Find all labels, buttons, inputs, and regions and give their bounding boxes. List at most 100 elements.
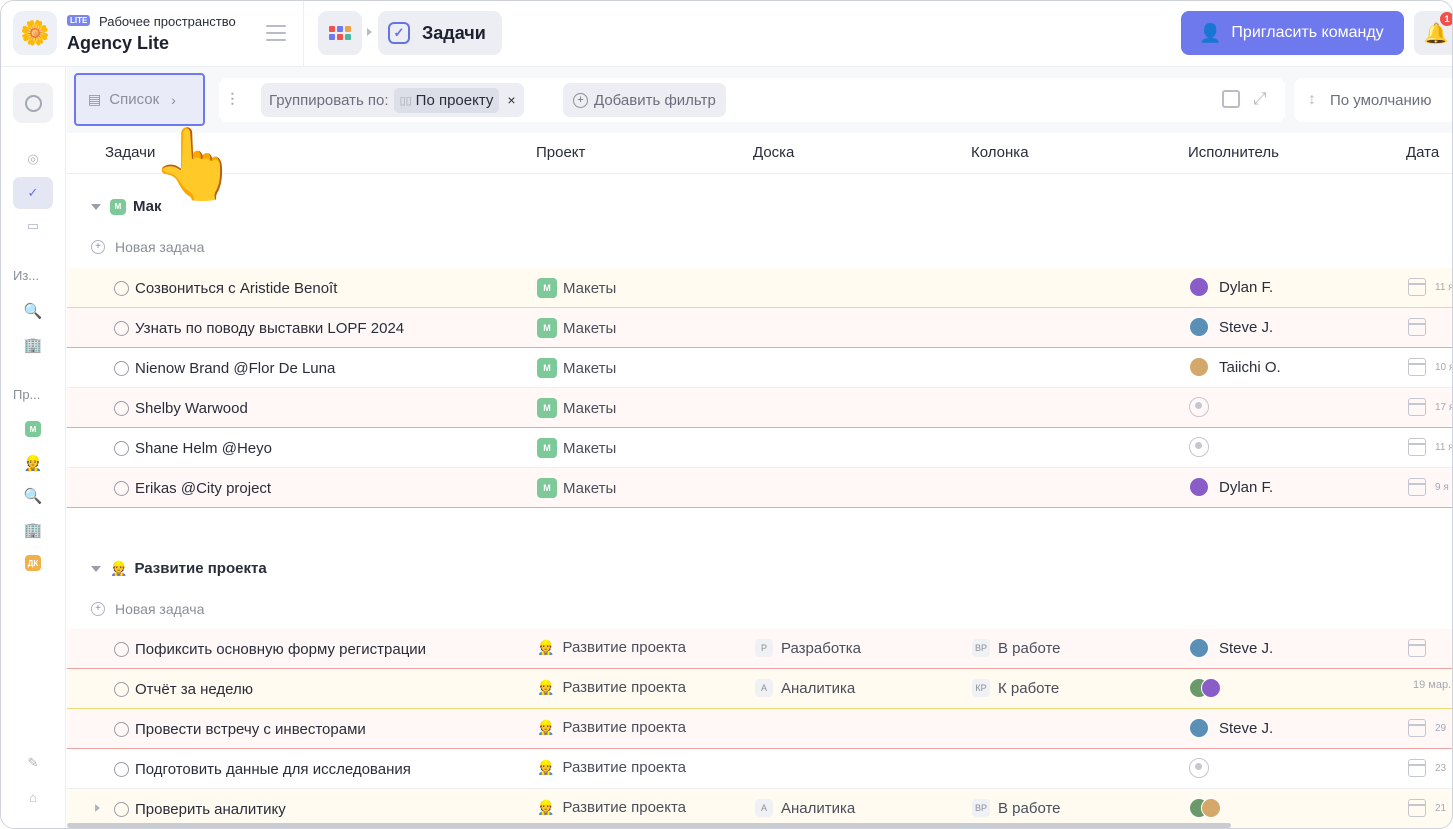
project-search-icon[interactable]: 🔍	[13, 480, 53, 512]
project-dev-icon[interactable]: 👷	[13, 447, 53, 479]
column-cell[interactable]: ВР В работе	[972, 639, 1061, 657]
date-cell[interactable]: 29	[1408, 719, 1446, 737]
task-checkbox[interactable]	[114, 401, 129, 416]
date-cell[interactable]: 10 я	[1408, 358, 1452, 376]
group-header-development[interactable]: 👷 Развитие проекта	[91, 560, 267, 577]
assignee-cell[interactable]: Steve J.	[1189, 638, 1273, 658]
edit-icon[interactable]: ✎	[13, 747, 53, 779]
table-row[interactable]: Erikas @City project М Макеты Dylan F. 9 …	[67, 468, 1452, 508]
assignee-cell[interactable]	[1189, 678, 1231, 698]
project-m-icon[interactable]: М	[13, 413, 53, 445]
task-name[interactable]: Проверить аналитику	[135, 801, 286, 818]
table-row[interactable]: Отчёт за неделю 👷 Развитие проекта А Анали…	[67, 669, 1452, 709]
task-checkbox[interactable]	[114, 321, 129, 336]
task-name[interactable]: Nienow Brand @Flor De Luna	[135, 360, 335, 377]
column-header-tasks[interactable]: Задачи	[105, 144, 155, 161]
board-cell[interactable]: А Аналитика	[755, 679, 855, 697]
column-header-column[interactable]: Колонка	[971, 144, 1029, 161]
favorite-search-icon[interactable]: 🔍	[13, 295, 53, 327]
date-cell[interactable]: 21	[1408, 799, 1446, 817]
sliders-icon[interactable]: ⫶	[230, 90, 235, 111]
board-cell[interactable]: А Аналитика	[755, 799, 855, 817]
apps-grid-icon[interactable]	[318, 11, 362, 55]
project-cell[interactable]: 👷 Развитие проекта	[537, 679, 686, 696]
table-row[interactable]: Подготовить данные для исследования 👷 Раз…	[67, 749, 1452, 789]
task-name[interactable]: Shane Helm @Heyo	[135, 440, 272, 457]
project-cell[interactable]: М Макеты	[537, 278, 616, 298]
task-checkbox[interactable]	[114, 762, 129, 777]
expand-icon[interactable]: ⤢	[1253, 89, 1267, 109]
assignee-cell[interactable]: Steve J.	[1189, 718, 1273, 738]
task-checkbox[interactable]	[114, 682, 129, 697]
column-header-board[interactable]: Доска	[753, 144, 794, 161]
workspace-logo[interactable]: 🌼	[13, 11, 57, 55]
workspace-name[interactable]: Agency Lite	[67, 33, 169, 54]
assignee-cell[interactable]: Dylan F.	[1189, 277, 1273, 297]
close-icon[interactable]: ×	[507, 92, 515, 108]
project-dk-icon[interactable]: ДК	[13, 547, 53, 579]
favorite-building-icon[interactable]: 🏢	[13, 329, 53, 361]
task-checkbox[interactable]	[114, 481, 129, 496]
date-cell[interactable]: 11 я	[1408, 438, 1452, 456]
folder-icon[interactable]: ▭	[13, 210, 53, 242]
task-name[interactable]: Провести встречу с инвесторами	[135, 721, 366, 738]
board-cell[interactable]: Р Разработка	[755, 639, 861, 657]
new-task-button[interactable]: + Новая задача	[91, 239, 204, 255]
table-row[interactable]: Shane Helm @Heyo М Макеты 11 я	[67, 428, 1452, 468]
sort-dropdown[interactable]: ↕ По умолчанию	[1294, 78, 1452, 122]
group-by-chip[interactable]: Группировать по: ▯▯ По проекту ×	[261, 83, 524, 117]
project-cell[interactable]: М Макеты	[537, 318, 616, 338]
add-filter-button[interactable]: + Добавить фильтр	[563, 83, 726, 117]
project-cell[interactable]: 👷 Развитие проекта	[537, 759, 686, 776]
task-name[interactable]: Отчёт за неделю	[135, 681, 253, 698]
group-by-value[interactable]: ▯▯ По проекту	[393, 87, 500, 113]
assignee-cell[interactable]: Dylan F.	[1189, 477, 1273, 497]
table-row[interactable]: Созвониться с Aristide Benoît М Макеты Dy…	[67, 268, 1452, 308]
table-row[interactable]: Провести встречу с инвесторами 👷 Развитие…	[67, 709, 1452, 749]
task-name[interactable]: Shelby Warwood	[135, 400, 248, 417]
task-checkbox[interactable]	[114, 441, 129, 456]
table-row[interactable]: Shelby Warwood М Макеты 17 я	[67, 388, 1452, 428]
inbox-icon[interactable]: ⌂	[13, 781, 53, 813]
search-button[interactable]	[13, 83, 53, 123]
date-cell[interactable]	[1408, 318, 1435, 336]
task-name[interactable]: Пофиксить основную форму регистрации	[135, 641, 426, 658]
project-building-icon[interactable]: 🏢	[13, 514, 53, 546]
date-cell[interactable]: 11 я	[1408, 278, 1452, 296]
task-name[interactable]: Узнать по поводу выставки LOPF 2024	[135, 320, 404, 337]
project-cell[interactable]: М Макеты	[537, 398, 616, 418]
assignee-cell[interactable]	[1189, 397, 1209, 417]
date-cell[interactable]: 19 мар.	[1413, 679, 1451, 691]
invite-team-button[interactable]: 👤 Пригласить команду	[1181, 11, 1404, 55]
assignee-cell[interactable]	[1189, 798, 1231, 818]
new-task-button[interactable]: + Новая задача	[91, 601, 204, 617]
breadcrumb-tasks[interactable]: ✓ Задачи	[378, 11, 502, 55]
column-cell[interactable]: КР К работе	[972, 679, 1059, 697]
task-checkbox[interactable]	[114, 361, 129, 376]
project-cell[interactable]: М Макеты	[537, 478, 616, 498]
date-cell[interactable]: 9 я	[1408, 478, 1449, 496]
date-cell[interactable]	[1408, 639, 1435, 657]
task-checkbox[interactable]	[114, 722, 129, 737]
task-name[interactable]: Подготовить данные для исследования	[135, 761, 411, 778]
column-header-date[interactable]: Дата	[1406, 144, 1439, 161]
task-name[interactable]: Erikas @City project	[135, 480, 271, 497]
view-switch-button[interactable]: ▤ Список ›	[74, 73, 205, 126]
expand-subtasks-icon[interactable]	[95, 804, 100, 812]
project-cell[interactable]: 👷 Развитие проекта	[537, 639, 686, 656]
assignee-cell[interactable]: Steve J.	[1189, 317, 1273, 337]
assignee-cell[interactable]	[1189, 758, 1209, 778]
assignee-cell[interactable]: Taiichi O.	[1189, 357, 1281, 377]
horizontal-scrollbar[interactable]	[67, 823, 1231, 828]
table-row[interactable]: Nienow Brand @Flor De Luna М Макеты Taiic…	[67, 348, 1452, 388]
table-row[interactable]: Узнать по поводу выставки LOPF 2024 М Мак…	[67, 308, 1452, 348]
menu-icon[interactable]	[266, 25, 286, 41]
project-cell[interactable]: М Макеты	[537, 358, 616, 378]
column-header-assignee[interactable]: Исполнитель	[1188, 144, 1279, 161]
date-cell[interactable]: 17 я	[1408, 398, 1452, 416]
task-checkbox[interactable]	[114, 642, 129, 657]
column-header-project[interactable]: Проект	[536, 144, 585, 161]
task-name[interactable]: Созвониться с Aristide Benoît	[135, 280, 337, 297]
task-checkbox[interactable]	[114, 281, 129, 296]
project-cell[interactable]: 👷 Развитие проекта	[537, 799, 686, 816]
